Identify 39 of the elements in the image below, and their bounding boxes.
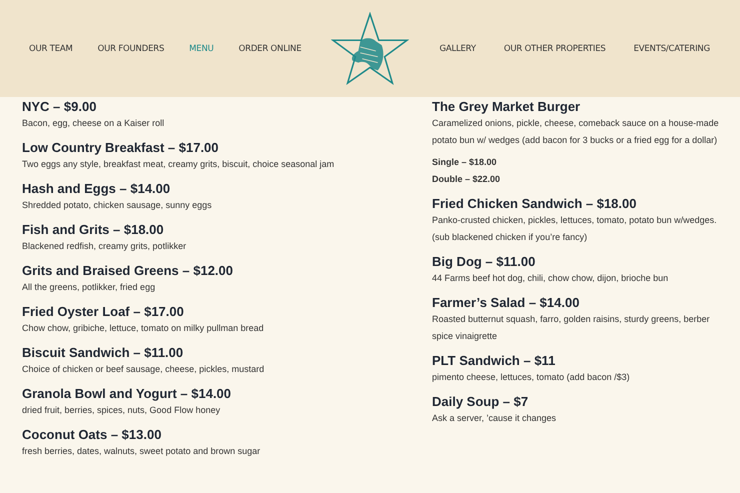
- dish-title: Grits and Braised Greens – $12.00: [22, 262, 234, 279]
- nav-link[interactable]: ORDER ONLINE: [238, 44, 302, 54]
- nav-link[interactable]: OUR FOUNDERS: [98, 44, 164, 54]
- dish-description: Shredded potato, chicken sausage, sunny eggs: [22, 199, 213, 212]
- dish-title: Biscuit Sandwich – $11.00: [22, 344, 184, 361]
- dish-title: Fried Oyster Loaf – $17.00: [22, 303, 185, 320]
- dish-title: Low Country Breakfast – $17.00: [22, 139, 220, 156]
- dish-description: dried fruit, berries, spices, nuts, Good Flow honey: [22, 404, 222, 417]
- dish-title: NYC – $9.00: [22, 98, 98, 115]
- dish-description: All the greens, potlikker, fried egg: [22, 281, 156, 294]
- dish-description: Roasted butternut squash, farro, golden raisins, sturdy greens, berber spice vinaigrette: [432, 313, 711, 343]
- nav-link[interactable]: OUR OTHER PROPERTIES: [504, 44, 606, 54]
- nav-link[interactable]: OUR TEAM: [29, 44, 73, 54]
- dish-title: PLT Sandwich – $11: [432, 352, 556, 369]
- dish-title: Big Dog – $11.00: [432, 253, 536, 270]
- dish-description: Caramelized onions, pickle, cheese, comeback sauce on a house-made potato bun w/ wedges (add bacon for 3 bucks or a fried egg for a dollar): [432, 117, 720, 147]
- dish-description: fresh berries, dates, walnuts, sweet potato and brown sugar: [22, 445, 262, 458]
- dish-description: Choice of chicken or beef sausage, cheese, pickles, mustard: [22, 363, 266, 376]
- dish-title: Granola Bowl and Yogurt – $14.00: [22, 385, 232, 402]
- dish-title: Farmer’s Salad – $14.00: [432, 294, 580, 311]
- dish-description: Ask a server, ’cause it changes: [432, 412, 558, 425]
- dish-title: Fish and Grits – $18.00: [22, 221, 165, 238]
- dish-description: Two eggs any style, breakfast meat, creamy grits, biscuit, choice seasonal jam: [22, 158, 336, 171]
- dish-description: pimento cheese, lettuces, tomato (add bacon /$3): [432, 371, 631, 384]
- dish-description: Bacon, egg, cheese on a Kaiser roll: [22, 117, 166, 130]
- star-dog-icon[interactable]: [331, 12, 410, 86]
- price-option: Single – $18.00: [432, 154, 497, 171]
- nav-link[interactable]: EVENTS/CATERING: [634, 44, 710, 54]
- dish-description: Panko-crusted chicken, pickles, lettuces, tomato, potato bun w/wedges. (sub blackened chicken if you’re fancy): [432, 214, 718, 244]
- dish-title: Fried Chicken Sandwich – $18.00: [432, 195, 638, 212]
- dish-title: The Grey Market Burger: [432, 98, 582, 115]
- dish-description: Blackened redfish, creamy grits, potlikker: [22, 240, 188, 253]
- dish-title: Hash and Eggs – $14.00: [22, 180, 172, 197]
- nav-link[interactable]: GALLERY: [439, 44, 476, 54]
- dish-description: Chow chow, gribiche, lettuce, tomato on milky pullman bread: [22, 322, 265, 335]
- dish-title: Coconut Oats – $13.00: [22, 426, 162, 443]
- price-option: Double – $22.00: [432, 171, 500, 188]
- dish-description: 44 Farms beef hot dog, chili, chow chow, dijon, brioche bun: [432, 272, 670, 285]
- dish-title: Daily Soup – $7: [432, 393, 530, 410]
